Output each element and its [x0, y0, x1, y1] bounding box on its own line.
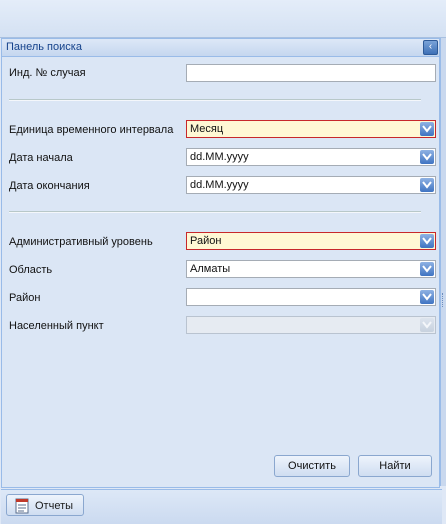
panel-title: Панель поиска — [6, 41, 82, 53]
top-toolbar — [0, 0, 446, 38]
chevron-down-icon[interactable] — [420, 234, 434, 248]
region-select[interactable]: Алматы — [186, 260, 436, 278]
chevron-down-icon — [420, 318, 434, 332]
region-value: Алматы — [190, 263, 231, 275]
clear-button[interactable]: Очистить — [274, 455, 350, 477]
case-id-label: Инд. № случая — [9, 67, 86, 79]
region-label: Область — [9, 264, 53, 276]
chevron-down-icon[interactable] — [420, 150, 434, 164]
start-date-value: dd.MM.yyyy — [190, 151, 249, 163]
start-date-field[interactable]: dd.MM.yyyy — [186, 148, 436, 166]
chevron-left-icon: ‹ — [428, 41, 433, 52]
chevron-down-icon[interactable] — [420, 122, 434, 136]
district-select[interactable] — [186, 288, 436, 306]
start-date-label: Дата начала — [9, 152, 73, 164]
end-date-value: dd.MM.yyyy — [190, 179, 249, 191]
separator — [9, 211, 421, 213]
locality-label: Населенный пункт — [9, 320, 104, 332]
admin-level-label: Административный уровень — [9, 236, 153, 248]
admin-level-value: Район — [190, 235, 222, 247]
end-date-label: Дата окончания — [9, 180, 90, 192]
collapse-panel-button[interactable]: ‹ — [423, 40, 438, 55]
admin-level-select[interactable]: Район — [186, 232, 436, 250]
chevron-down-icon[interactable] — [420, 262, 434, 276]
reports-label: Отчеты — [35, 500, 74, 512]
splitter[interactable] — [440, 38, 446, 486]
locality-select — [186, 316, 436, 334]
separator — [9, 99, 421, 101]
time-unit-select[interactable]: Месяц — [186, 120, 436, 138]
chevron-down-icon[interactable] — [420, 178, 434, 192]
chevron-down-icon[interactable] — [420, 290, 434, 304]
find-button[interactable]: Найти — [358, 455, 432, 477]
time-unit-label: Единица временного интервала — [9, 124, 174, 136]
time-unit-value: Месяц — [190, 123, 224, 135]
case-id-input[interactable] — [186, 64, 436, 82]
search-panel-header: Панель поиска ‹ — [2, 39, 439, 57]
district-label: Район — [9, 292, 41, 304]
search-panel: Панель поиска ‹ Инд. № случая Единица вр… — [1, 38, 440, 488]
splitter-grip-icon — [442, 293, 446, 307]
reports-button[interactable]: Отчеты — [6, 494, 84, 516]
footer-toolbar: Отчеты — [1, 489, 442, 524]
reports-icon — [15, 498, 29, 517]
end-date-field[interactable]: dd.MM.yyyy — [186, 176, 436, 194]
